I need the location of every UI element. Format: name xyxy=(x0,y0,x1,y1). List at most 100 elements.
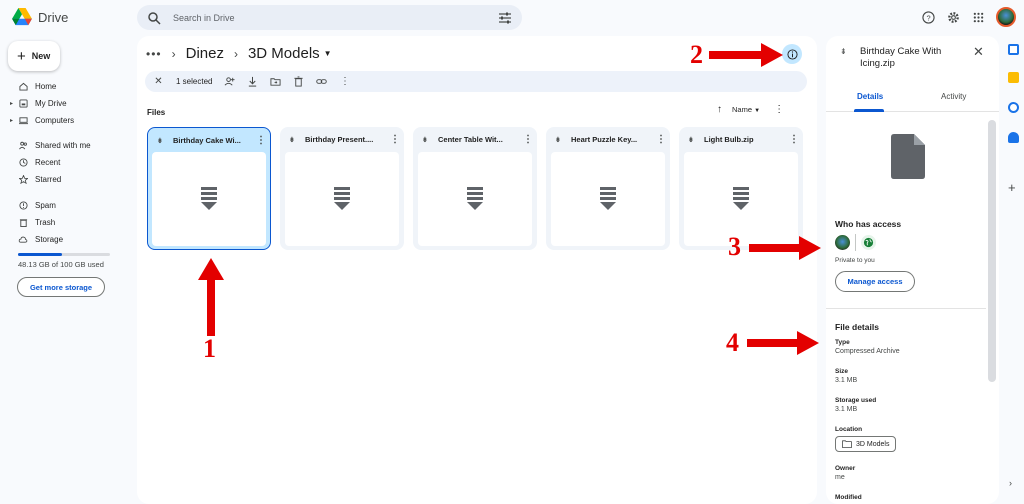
tab-details[interactable]: Details xyxy=(857,92,883,101)
file-name: Heart Puzzle Key... xyxy=(571,135,638,144)
search-input[interactable]: Search in Drive xyxy=(173,13,498,23)
more-path-icon[interactable]: ••• xyxy=(146,47,162,61)
file-card[interactable]: ⇟ Birthday Cake Wi... ⋮ xyxy=(147,127,271,250)
details-scrollbar[interactable] xyxy=(988,120,996,382)
owner-label: Owner xyxy=(835,465,856,472)
sidebar-item-storage[interactable]: Storage xyxy=(0,231,128,248)
expand-caret-icon[interactable]: ▸ xyxy=(10,117,13,124)
annotation-number-1: 1 xyxy=(203,334,216,363)
new-button[interactable]: + New xyxy=(8,41,60,71)
sidebar-item-starred[interactable]: Starred xyxy=(0,171,128,188)
file-details-heading: File details xyxy=(835,322,879,332)
star-icon xyxy=(18,175,28,185)
breadcrumb-parent[interactable]: Dinez xyxy=(186,45,224,62)
close-details-icon[interactable]: ✕ xyxy=(973,44,984,60)
trash-icon[interactable] xyxy=(293,76,304,87)
keep-app-icon[interactable] xyxy=(1008,72,1019,83)
type-label: Type xyxy=(835,339,850,346)
file-name: Center Table Wit... xyxy=(438,135,503,144)
details-info-button[interactable] xyxy=(782,44,802,64)
file-card[interactable]: ⇟ Light Bulb.zip ⋮ xyxy=(679,127,803,250)
chevron-right-icon[interactable]: › xyxy=(1009,478,1012,488)
breadcrumb: ••• › Dinez › 3D Models ▼ xyxy=(146,45,332,62)
sidebar-item-recent[interactable]: Recent xyxy=(0,154,128,171)
copy-link-icon[interactable] xyxy=(316,76,328,87)
sidebar-item-label: Trash xyxy=(35,218,56,227)
sort-direction-arrow-icon[interactable]: ↑ xyxy=(717,104,722,115)
sort-controls: ↑ Name ▼ ⋮ xyxy=(717,104,784,115)
location-value: 3D Models xyxy=(856,440,890,448)
annotation-number-3: 3 xyxy=(728,232,741,261)
details-panel: ⇟ Birthday Cake With Icing.zip ✕ Details… xyxy=(826,36,999,504)
breadcrumb-current[interactable]: 3D Models ▼ xyxy=(248,45,332,62)
file-more-icon[interactable]: ⋮ xyxy=(522,134,534,145)
app-name: Drive xyxy=(38,9,69,25)
zip-file-icon: ⇟ xyxy=(688,136,694,144)
get-more-storage-button[interactable]: Get more storage xyxy=(17,277,105,297)
sidebar-item-label: Shared with me xyxy=(35,141,91,150)
sort-label: Name xyxy=(732,105,753,114)
dropdown-caret-icon: ▼ xyxy=(754,108,761,114)
zip-file-icon: ⇟ xyxy=(840,47,847,56)
sidebar-item-home[interactable]: Home xyxy=(0,78,128,95)
file-thumbnail xyxy=(285,152,399,246)
sidebar: + New Home ▸ My Drive ▸ Computers Shared… xyxy=(0,36,128,504)
filter-options-icon[interactable] xyxy=(498,11,512,25)
details-file-title: Birthday Cake With Icing.zip xyxy=(860,46,942,69)
breadcrumb-current-label: 3D Models xyxy=(247,45,320,62)
download-icon[interactable] xyxy=(247,76,258,87)
zip-archive-icon xyxy=(201,187,217,210)
annotation-arrow-2 xyxy=(709,43,783,67)
view-options-more-icon[interactable]: ⋮ xyxy=(774,104,784,115)
sidebar-item-trash[interactable]: Trash xyxy=(0,214,128,231)
file-card[interactable]: ⇟ Birthday Present.... ⋮ xyxy=(280,127,404,250)
storage-used-value: 3.1 MB xyxy=(835,406,858,413)
sidebar-item-my-drive[interactable]: ▸ My Drive xyxy=(0,95,128,112)
file-more-icon[interactable]: ⋮ xyxy=(255,135,267,146)
sidebar-item-shared[interactable]: Shared with me xyxy=(0,137,128,154)
file-card[interactable]: ⇟ Heart Puzzle Key... ⋮ xyxy=(546,127,670,250)
annotation-arrow-4 xyxy=(747,331,819,355)
sidebar-item-computers[interactable]: ▸ Computers xyxy=(0,112,128,129)
zip-file-icon: ⇟ xyxy=(422,136,428,144)
file-thumbnail xyxy=(684,152,798,246)
folder-icon xyxy=(842,440,852,448)
tab-activity[interactable]: Activity xyxy=(941,92,966,101)
move-to-folder-icon[interactable] xyxy=(270,76,282,87)
share-add-person-icon[interactable] xyxy=(224,76,236,87)
apps-grid-icon[interactable] xyxy=(971,10,985,24)
file-thumbnail xyxy=(152,152,266,246)
details-tabs: Details Activity xyxy=(826,90,999,112)
clear-selection-close-icon[interactable]: ✕ xyxy=(153,76,164,87)
spam-icon xyxy=(18,201,28,211)
file-more-icon[interactable]: ⋮ xyxy=(788,134,800,145)
zip-file-icon: ⇟ xyxy=(157,137,163,145)
drive-logo[interactable]: Drive xyxy=(12,8,68,26)
file-more-icon[interactable]: ⋮ xyxy=(655,134,667,145)
more-actions-icon[interactable]: ⋮ xyxy=(339,76,350,87)
shared-icon xyxy=(18,141,28,151)
calendar-app-icon[interactable] xyxy=(1008,44,1019,55)
owner-value: me xyxy=(835,474,845,481)
contacts-app-icon[interactable] xyxy=(1008,132,1019,143)
help-icon[interactable]: ? xyxy=(921,10,935,24)
sort-by-name-dropdown[interactable]: Name ▼ xyxy=(732,105,760,114)
sidebar-item-spam[interactable]: Spam xyxy=(0,197,128,214)
file-card[interactable]: ⇟ Center Table Wit... ⋮ xyxy=(413,127,537,250)
access-avatars[interactable] xyxy=(835,234,876,251)
owner-avatar xyxy=(835,235,850,250)
selection-count: 1 selected xyxy=(176,77,213,86)
account-avatar[interactable] xyxy=(996,7,1016,27)
add-app-icon[interactable]: + xyxy=(1008,180,1016,195)
expand-caret-icon[interactable]: ▸ xyxy=(10,100,13,107)
settings-gear-icon[interactable] xyxy=(946,10,960,24)
type-value: Compressed Archive xyxy=(835,348,900,355)
search-bar[interactable]: Search in Drive xyxy=(137,5,522,30)
file-grid: ⇟ Birthday Cake Wi... ⋮ ⇟ Birthday Prese… xyxy=(147,127,803,250)
storage-usage-bar xyxy=(18,253,110,256)
tasks-app-icon[interactable] xyxy=(1008,102,1019,113)
manage-access-button[interactable]: Manage access xyxy=(835,271,915,292)
file-more-icon[interactable]: ⋮ xyxy=(389,134,401,145)
file-name: Birthday Cake Wi... xyxy=(173,136,241,145)
location-chip[interactable]: 3D Models xyxy=(835,436,897,452)
